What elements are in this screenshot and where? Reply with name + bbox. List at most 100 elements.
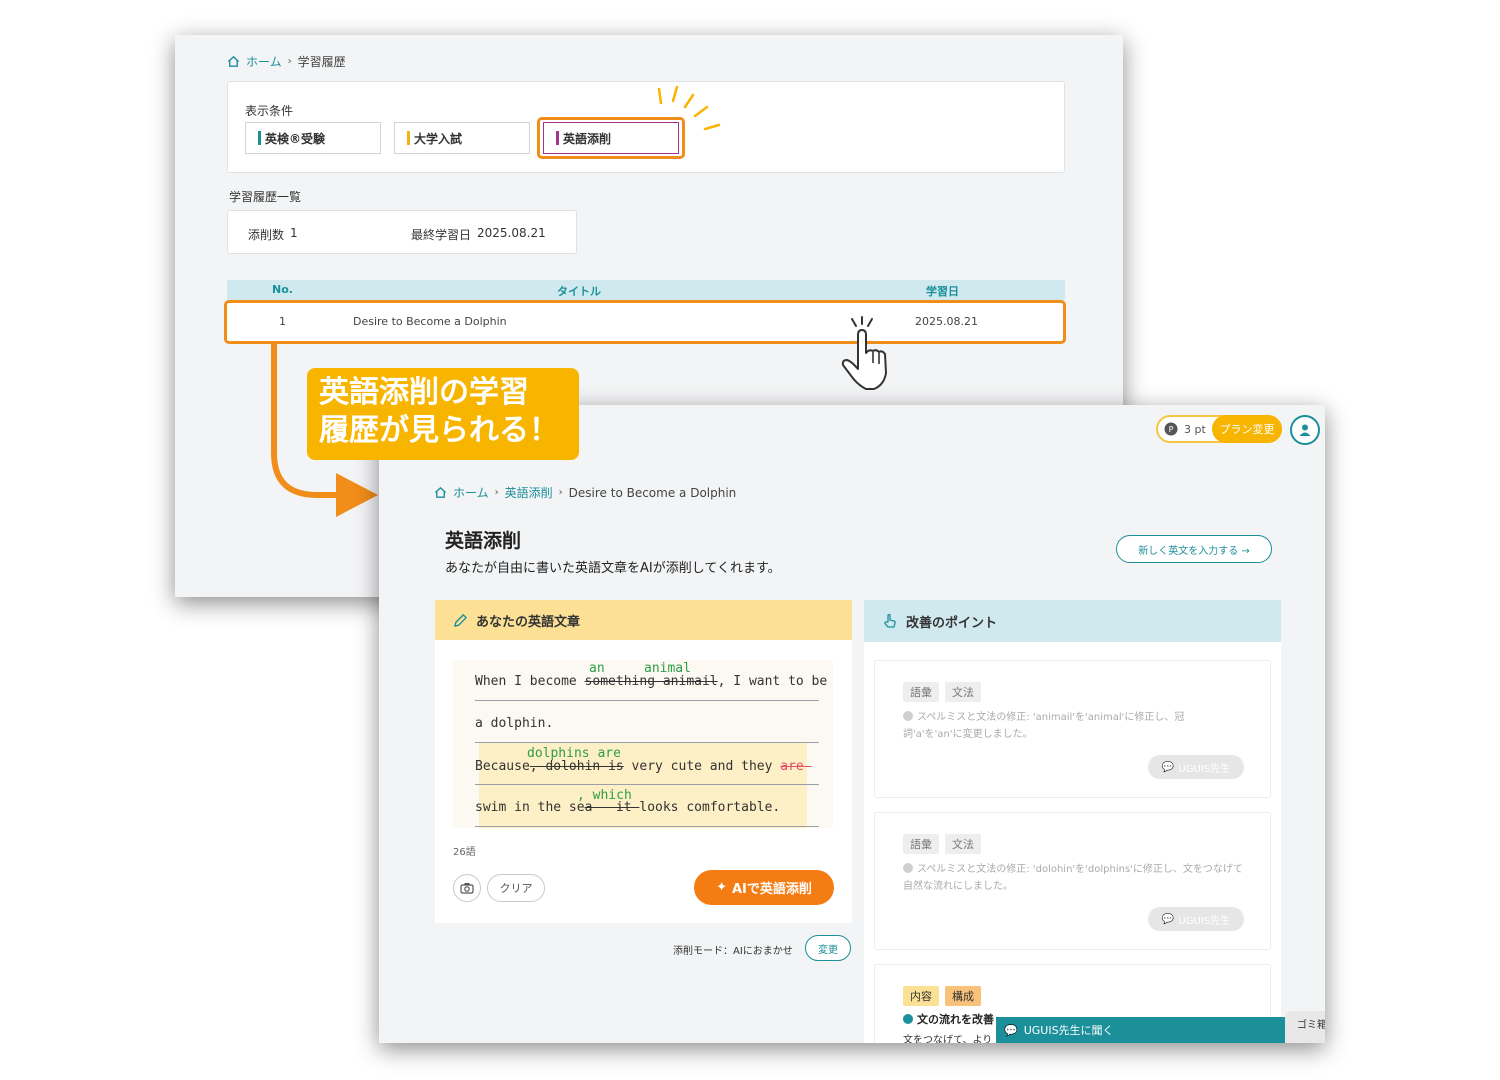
text-segment: When I become — [475, 674, 585, 689]
deleted-text: are — [780, 759, 812, 774]
line-rule — [475, 742, 819, 743]
new-essay-button[interactable]: 新しく英文を入力する → — [1116, 535, 1272, 563]
deleted-text: , dolohin is — [529, 759, 624, 774]
tab-color-bar — [556, 131, 559, 145]
breadcrumb-home[interactable]: ホーム — [453, 484, 489, 501]
point-coin-icon: P — [1164, 422, 1178, 436]
ask-uguis-button[interactable]: 💬 UGUIS先生 — [1148, 755, 1244, 779]
mode-change-button[interactable]: 変更 — [805, 935, 851, 961]
word-count: 26語 — [453, 847, 476, 858]
last-date-value: 2025.08.21 — [477, 226, 546, 240]
breadcrumb-current: Desire to Become a Dolphin — [568, 485, 737, 500]
essay-line: When I become something animail, I want … — [475, 674, 827, 689]
point-title: 文の流れを改善 — [903, 1011, 994, 1027]
point-text-content: スペルミスと文法の修正: 'dolohin'を'dolphins'に修正し、文を… — [903, 864, 1243, 892]
trash-tab[interactable]: ゴミ箱 — [1285, 1011, 1325, 1043]
hand-pointer-icon — [841, 316, 887, 390]
chat-icon: 💬 — [1161, 913, 1175, 925]
home-icon[interactable] — [227, 55, 240, 68]
breadcrumb-section[interactable]: 英語添削 — [505, 484, 553, 501]
essay-card-header: あなたの英語文章 — [435, 600, 852, 640]
line-rule — [475, 826, 819, 827]
breadcrumb-current: 学習履歴 — [297, 55, 346, 69]
point-text: スペルミスと文法の修正: 'animail'を'animal'に修正し、冠詞'a… — [903, 709, 1243, 743]
chat-bar-label: UGUIS先生に聞く — [1023, 1024, 1114, 1037]
line-rule — [475, 784, 819, 785]
essay-text-area[interactable]: an animal When I become something animai… — [453, 660, 833, 828]
essay-line: a dolphin. — [475, 716, 554, 731]
tab-color-bar — [258, 131, 261, 145]
page-subtitle: あなたが自由に書いた英語文章をAIが添削してくれます。 — [445, 561, 781, 576]
tag-vocab: 語彙 — [903, 682, 939, 702]
points-card-title: 改善のポイント — [906, 615, 998, 631]
filter-tab-label: 英検®受験 — [265, 131, 326, 146]
point-text: 文をつなげて、より — [903, 1035, 993, 1043]
filter-tab-label: 大学入試 — [414, 131, 463, 146]
ask-uguis-button[interactable]: 💬 UGUIS先生 — [1148, 907, 1244, 931]
filter-label: 表示条件 — [245, 104, 294, 118]
chat-icon: 💬 — [1004, 1023, 1018, 1037]
svg-text:P: P — [1169, 425, 1174, 434]
user-avatar-button[interactable] — [1290, 415, 1320, 445]
points-value: 3 pt — [1184, 422, 1206, 436]
ai-correct-label: AIで英語添削 — [732, 882, 812, 897]
last-date-label: 最終学習日 — [411, 228, 472, 242]
point-item: 語彙 文法 スペルミスと文法の修正: 'animail'を'animal'に修正し… — [874, 660, 1271, 798]
ai-correct-button[interactable]: ✦ AIで英語添削 — [694, 870, 834, 905]
filter-tab-university[interactable]: 大学入試 — [394, 122, 530, 154]
info-icon — [903, 711, 913, 721]
tag-grammar: 文法 — [945, 682, 981, 702]
callout-line-2: 履歴が見られる！ — [319, 413, 559, 448]
user-icon — [1299, 424, 1311, 436]
chevron-right-icon: › — [287, 56, 292, 67]
count-value: 1 — [290, 226, 298, 240]
tag-vocab: 語彙 — [903, 834, 939, 854]
filter-tab-eiken[interactable]: 英検®受験 — [245, 122, 381, 154]
sparkle-lines-icon — [657, 85, 721, 131]
tag-content: 内容 — [903, 986, 939, 1006]
point-text: スペルミスと文法の修正: 'dolohin'を'dolphins'に修正し、文を… — [903, 861, 1243, 895]
pencil-icon — [454, 613, 467, 627]
tag-grammar: 文法 — [945, 834, 981, 854]
breadcrumb-home[interactable]: ホーム — [246, 53, 282, 70]
essay-card-title: あなたの英語文章 — [476, 614, 581, 630]
points-pill: P 3 pt プラン変更 — [1156, 415, 1282, 443]
ask-uguis-label: UGUIS先生 — [1178, 763, 1231, 775]
deleted-text: something animail — [584, 674, 718, 689]
home-icon[interactable] — [434, 486, 447, 499]
tab-color-bar — [407, 131, 410, 145]
points-list: 語彙 文法 スペルミスと文法の修正: 'animail'を'animal'に修正し… — [864, 642, 1281, 1043]
line-rule — [475, 700, 819, 701]
info-icon — [903, 1014, 913, 1024]
essay-line: swim in the sea it looks comfortable. — [475, 800, 780, 815]
chat-icon: 💬 — [1161, 761, 1175, 773]
points-card: 改善のポイント 語彙 文法 スペルミスと文法の修正: 'animail'を'ani… — [864, 600, 1281, 1043]
essay-line: Because, dolohin is very cute and they a… — [475, 759, 812, 774]
sparkle-icon: ✦ — [716, 880, 727, 895]
text-segment: swim in the se — [475, 800, 585, 815]
filter-tab-label: 英語添削 — [563, 131, 612, 146]
mode-label: 添削モード：AIにおまかせ — [673, 946, 793, 957]
breadcrumb: ホーム › 学習履歴 — [227, 53, 346, 70]
col-no: No. — [272, 283, 293, 296]
essay-card: あなたの英語文章 an animal When I become somethi… — [435, 600, 852, 923]
plan-change-button[interactable]: プラン変更 — [1212, 415, 1282, 443]
camera-icon — [460, 883, 474, 894]
summary-card: 添削数 1 最終学習日 2025.08.21 — [227, 210, 577, 254]
info-icon — [903, 863, 913, 873]
camera-button[interactable] — [453, 874, 481, 902]
chevron-right-icon: › — [494, 487, 499, 498]
history-list-title: 学習履歴一覧 — [229, 190, 302, 204]
correction-page-screenshot: P 3 pt プラン変更 ホーム › 英語添削 › Desire to Beco… — [379, 405, 1325, 1043]
ask-teacher-chat-bar[interactable]: 💬 UGUIS先生に聞く — [996, 1017, 1296, 1043]
row-highlight-ring — [224, 300, 1066, 344]
hand-point-icon — [884, 613, 896, 628]
chevron-right-icon: › — [558, 487, 563, 498]
text-segment: Because — [475, 759, 530, 774]
text-segment: looks comfortable. — [639, 800, 781, 815]
callout-line-1: 英語添削の学習 — [319, 375, 529, 410]
text-segment: , I want to be — [717, 674, 828, 689]
text-segment: very cute and they — [623, 759, 781, 774]
clear-button[interactable]: クリア — [487, 874, 545, 902]
deleted-text: a it — [584, 800, 640, 815]
